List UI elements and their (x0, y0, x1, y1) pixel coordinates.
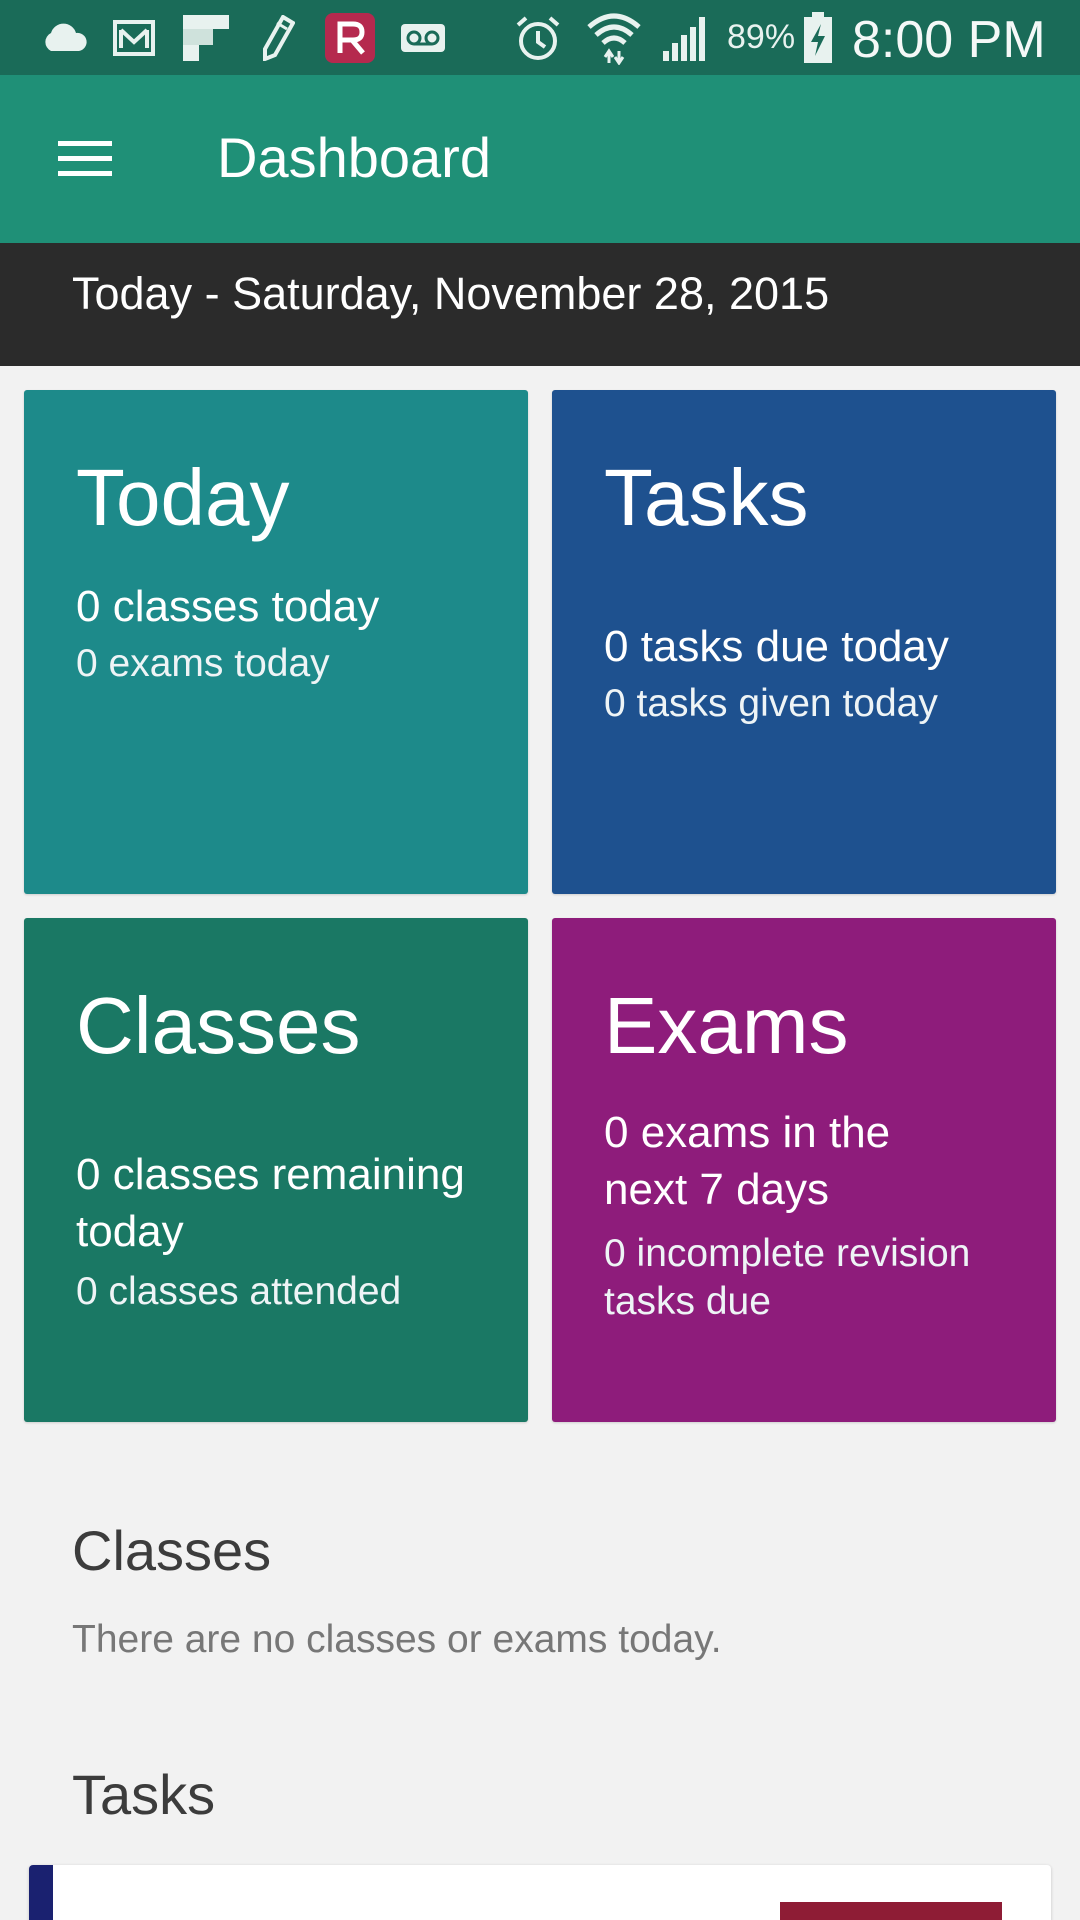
classes-section-title: Classes (72, 1519, 272, 1582)
battery-charging-icon (800, 12, 836, 64)
task-card-accent (29, 1865, 53, 1920)
today-tile[interactable]: Today 0 classes today 0 exams today (24, 390, 528, 894)
flipboard-icon (180, 12, 232, 64)
today-exams-count: 0 exams today (76, 642, 330, 685)
status-clock: 8:00 PM (852, 11, 1046, 69)
hamburger-menu-icon (58, 141, 112, 176)
current-date-label: Today - Saturday, November 28, 2015 (72, 268, 830, 319)
hamburger-menu-button[interactable] (40, 117, 130, 201)
classes-tile[interactable]: Classes 0 classes remaining today 0 clas… (24, 918, 528, 1422)
gmail-icon (110, 12, 160, 64)
classes-tile-title: Classes (76, 981, 361, 1070)
r-app-icon (324, 12, 376, 64)
today-tile-title: Today (76, 453, 290, 542)
classes-remaining-count: 0 classes remaining today (76, 1150, 465, 1256)
tasks-tile[interactable]: Tasks 0 tasks due today 0 tasks given to… (552, 390, 1056, 894)
signal-icon (660, 12, 712, 64)
voicemail-icon (398, 12, 448, 64)
date-bar: Today - Saturday, November 28, 2015 (0, 243, 1080, 366)
cloud-icon (36, 12, 92, 64)
tasks-tile-title: Tasks (604, 453, 809, 542)
classes-empty-message: There are no classes or exams today. (72, 1618, 722, 1661)
page-title: Dashboard (217, 126, 491, 189)
task-card-badge (780, 1902, 1002, 1920)
incomplete-revision-tasks-count: 0 incomplete revision tasks due (604, 1232, 971, 1323)
pencil-icon (258, 12, 298, 64)
exams-tile[interactable]: Exams 0 exams in the next 7 days 0 incom… (552, 918, 1056, 1422)
task-card[interactable] (29, 1865, 1051, 1920)
battery-percent: 89% (727, 18, 796, 56)
tasks-given-today-count: 0 tasks given today (604, 682, 938, 725)
status-bar: 89% 8:00 PM (0, 0, 1080, 75)
exams-tile-title: Exams (604, 981, 849, 1070)
tasks-due-today-count: 0 tasks due today (604, 622, 949, 671)
alarm-icon (512, 12, 564, 64)
tasks-section-title: Tasks (72, 1763, 216, 1826)
app-bar: Dashboard (0, 75, 1080, 243)
classes-attended-count: 0 classes attended (76, 1270, 402, 1313)
wifi-icon (584, 12, 644, 65)
screen: 89% 8:00 PM Dashboard Today - Saturday, … (0, 0, 1080, 1920)
today-classes-count: 0 classes today (76, 582, 380, 631)
exams-next-7-days-count: 0 exams in the next 7 days (604, 1108, 891, 1214)
